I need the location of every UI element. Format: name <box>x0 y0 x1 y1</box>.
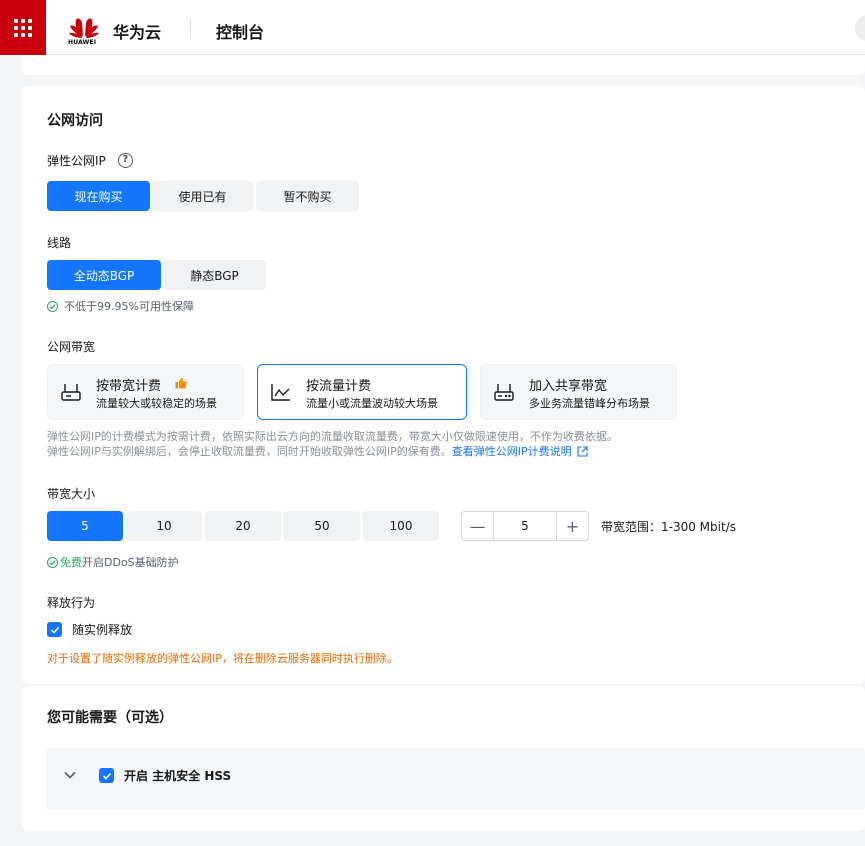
release-warning: 对于设置了随实例释放的弹性公网IP，将在删除云服务器同时执行删除。 <box>47 652 398 665</box>
user-avatar[interactable] <box>855 15 865 41</box>
apps-menu-button[interactable] <box>0 0 46 55</box>
eip-label-row: 弹性公网IP ? <box>47 152 133 169</box>
eip-option-skip[interactable]: 暂不购买 <box>256 181 359 211</box>
billing-desc-line2-text: 弹性公网IP与实例解绑后，会停止收取流量费，同时开始收取弹性公网IP的保有费。 <box>47 445 452 458</box>
header-divider <box>190 20 191 38</box>
line-option-dynamic-bgp[interactable]: 全动态BGP <box>47 260 161 290</box>
bandwidth-option-desc: 流量较大或较稳定的场景 <box>96 397 217 410</box>
bandwidth-option-by-traffic[interactable]: 按流量计费 流量小或流量波动较大场景 <box>257 364 467 420</box>
bandwidth-option-title: 按流量计费 <box>306 379 372 394</box>
previous-card-bottom <box>22 55 865 75</box>
availability-tip-text: 不低于99.95%可用性保障 <box>64 300 194 313</box>
shared-router-icon <box>494 384 514 401</box>
bandwidth-label: 公网带宽 <box>47 340 96 354</box>
bandwidth-size-10[interactable]: 10 <box>126 511 202 541</box>
bandwidth-size-label: 带宽大小 <box>47 487 96 501</box>
brand-name[interactable]: 华为云 <box>113 19 161 43</box>
router-icon <box>61 384 81 401</box>
chevron-down-icon[interactable] <box>63 770 77 780</box>
ddos-tip-text: 开启DDoS基础防护 <box>82 556 179 569</box>
console-link[interactable]: 控制台 <box>216 19 264 43</box>
check-circle-icon <box>47 300 58 312</box>
logo-wordmark: HUAWEI <box>68 39 97 46</box>
bandwidth-option-title: 加入共享带宽 <box>529 379 608 394</box>
line-chart-icon <box>271 384 290 401</box>
hss-label[interactable]: 开启 主机安全 HSS <box>124 767 231 784</box>
bandwidth-range: 带宽范围：1-300 Mbit/s <box>601 520 736 534</box>
eip-option-use-existing[interactable]: 使用已有 <box>151 181 254 211</box>
bandwidth-option-by-bandwidth[interactable]: 按带宽计费 流量较大或较稳定的场景 <box>47 364 244 420</box>
billing-info-link[interactable]: 查看弹性公网IP计费说明 <box>452 444 572 459</box>
bandwidth-stepper-input[interactable]: 5 <box>494 512 556 540</box>
grid-icon <box>14 18 32 37</box>
availability-tip: 不低于99.95%可用性保障 <box>47 298 194 314</box>
hss-checkbox[interactable] <box>99 768 114 783</box>
bandwidth-option-desc: 流量小或流量波动较大场景 <box>306 397 438 410</box>
external-link-icon[interactable] <box>577 446 588 457</box>
top-navigation-bar: HUAWEI 华为云 控制台 <box>0 0 865 55</box>
increment-button[interactable]: + <box>556 512 588 540</box>
hss-checkbox-row[interactable]: 开启 主机安全 HSS <box>99 767 231 784</box>
eip-option-buy-now[interactable]: 现在购买 <box>47 181 150 211</box>
bandwidth-size-50[interactable]: 50 <box>284 511 360 541</box>
line-label: 线路 <box>47 236 72 250</box>
bandwidth-option-title: 按带宽计费 <box>96 379 162 394</box>
billing-desc-line1: 弹性公网IP的计费模式为按需计费，依照实际出云方向的流量收取流量费，带宽大小仅做… <box>47 430 618 443</box>
section-title-optional: 您可能需要（可选） <box>47 710 173 726</box>
release-label: 释放行为 <box>47 596 96 610</box>
check-circle-icon <box>47 556 58 568</box>
eip-label: 弹性公网IP <box>47 154 106 168</box>
release-checkbox-label[interactable]: 随实例释放 <box>72 621 132 638</box>
thumbs-up-icon <box>175 377 187 389</box>
help-icon[interactable]: ? <box>117 153 133 168</box>
bandwidth-size-100[interactable]: 100 <box>363 511 439 541</box>
ddos-free-badge: 免费 <box>60 556 82 569</box>
billing-description: 弹性公网IP的计费模式为按需计费，依照实际出云方向的流量收取流量费，带宽大小仅做… <box>47 429 618 459</box>
release-checkbox-row[interactable]: 随实例释放 <box>47 621 132 638</box>
bandwidth-size-5[interactable]: 5 <box>47 511 123 541</box>
bandwidth-stepper: — 5 + <box>461 511 589 541</box>
billing-desc-line2: 弹性公网IP与实例解绑后，会停止收取流量费，同时开始收取弹性公网IP的保有费。 … <box>47 444 618 459</box>
bandwidth-option-shared[interactable]: 加入共享带宽 多业务流量错峰分布场景 <box>480 364 677 420</box>
line-option-static-bgp[interactable]: 静态BGP <box>163 260 266 290</box>
release-checkbox[interactable] <box>47 622 62 637</box>
section-title-public-access: 公网访问 <box>47 113 103 129</box>
bandwidth-size-20[interactable]: 20 <box>205 511 281 541</box>
bandwidth-option-desc: 多业务流量错峰分布场景 <box>529 397 650 410</box>
ddos-tip: 免费 开启DDoS基础防护 <box>47 554 179 570</box>
decrement-button[interactable]: — <box>462 512 494 540</box>
